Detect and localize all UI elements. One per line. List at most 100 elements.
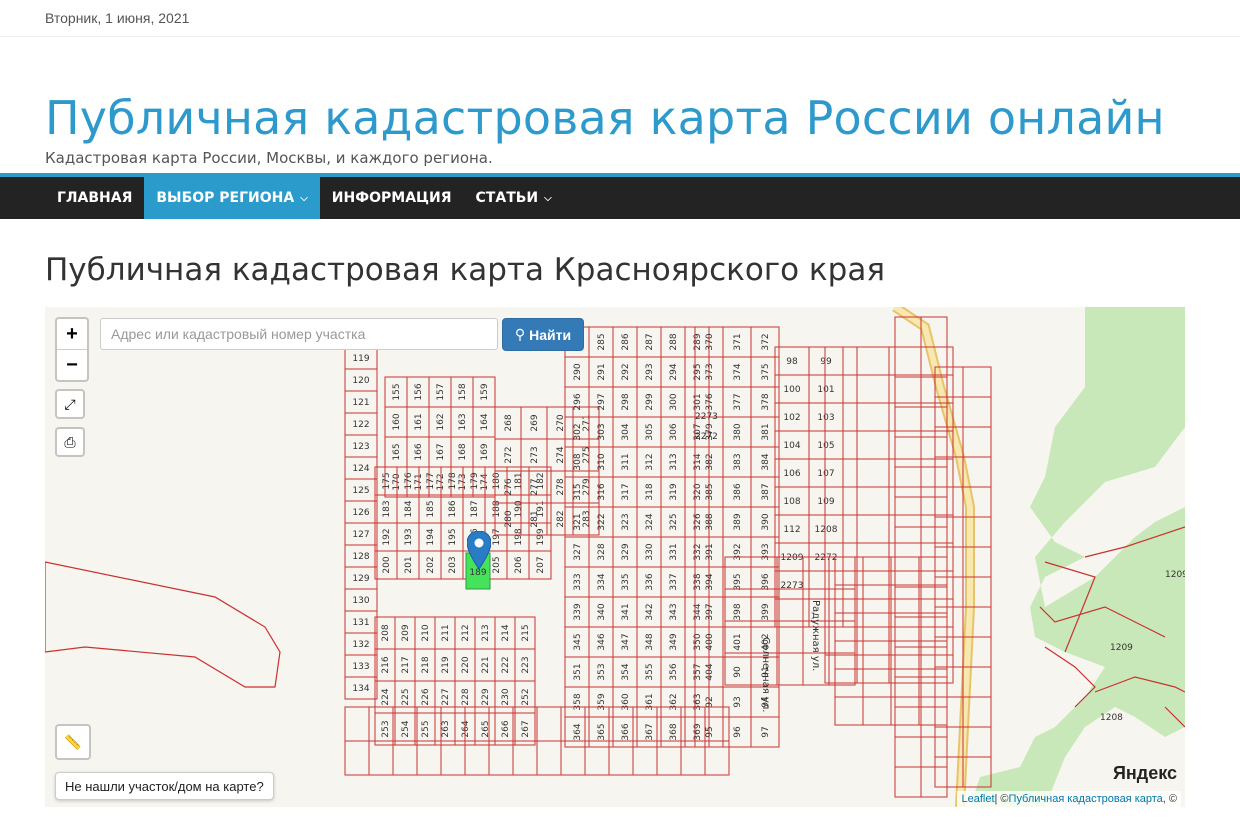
parcel[interactable] xyxy=(856,430,890,460)
parcel[interactable] xyxy=(920,514,954,544)
parcel[interactable] xyxy=(920,436,948,468)
parcel[interactable] xyxy=(888,430,922,460)
parcel[interactable] xyxy=(920,646,948,678)
parcel[interactable] xyxy=(934,486,964,518)
nav-item-articles[interactable]: СТАТЬИ ⌵ xyxy=(464,177,564,219)
parcel[interactable] xyxy=(894,436,922,468)
parcel[interactable] xyxy=(856,346,890,376)
parcel[interactable] xyxy=(920,458,954,488)
parcel-number: 223 xyxy=(521,656,531,673)
parcel[interactable] xyxy=(416,740,442,776)
parcel[interactable] xyxy=(392,740,418,776)
parcel-number: 183 xyxy=(382,500,392,517)
parcel-number: 321 xyxy=(573,513,583,530)
parcel[interactable] xyxy=(894,736,922,768)
parcel[interactable] xyxy=(894,466,922,498)
parcel[interactable] xyxy=(862,696,892,726)
parcel[interactable] xyxy=(920,616,948,648)
parcel[interactable] xyxy=(828,588,856,622)
parcel[interactable] xyxy=(888,486,922,516)
parcel[interactable] xyxy=(962,366,992,398)
parcel[interactable] xyxy=(962,396,992,428)
parcel[interactable] xyxy=(920,496,948,528)
parcel[interactable] xyxy=(894,496,922,528)
leaflet-link[interactable]: Leaflet xyxy=(961,793,994,805)
parcel[interactable] xyxy=(962,426,992,458)
parcel[interactable] xyxy=(920,430,954,460)
parcel[interactable] xyxy=(856,374,890,404)
print-button[interactable]: ⎙ xyxy=(55,427,85,457)
parcel[interactable] xyxy=(834,696,864,726)
parcel[interactable] xyxy=(894,706,922,738)
parcel[interactable] xyxy=(536,706,562,742)
pkk-link[interactable]: Публичная кадастровая карта xyxy=(1009,793,1163,805)
nav-item-info[interactable]: ИНФОРМАЦИЯ xyxy=(320,177,464,219)
parcel[interactable] xyxy=(934,546,964,578)
measure-button[interactable]: 📏 xyxy=(55,724,91,760)
parcel[interactable] xyxy=(918,696,948,726)
find-button[interactable]: ⚲ Найти xyxy=(502,318,584,351)
parcel[interactable] xyxy=(464,740,490,776)
zoom-in-button[interactable]: + xyxy=(57,319,87,349)
parcel-number: 380 xyxy=(733,423,743,440)
parcel[interactable] xyxy=(776,588,804,622)
parcel[interactable] xyxy=(894,406,922,438)
parcel[interactable] xyxy=(920,706,948,738)
parcel[interactable] xyxy=(536,740,562,776)
parcel-number: 317 xyxy=(621,483,631,500)
parcel[interactable] xyxy=(344,740,370,776)
parcel[interactable] xyxy=(856,402,890,432)
parcel-layer[interactable]: 119 120 121 122 123 124 125 126 127 128 129 130 131 1… xyxy=(45,307,1185,807)
parcel[interactable] xyxy=(894,646,922,678)
parcel[interactable] xyxy=(856,458,890,488)
parcel[interactable] xyxy=(776,652,804,686)
parcel[interactable] xyxy=(888,458,922,488)
parcel[interactable] xyxy=(934,576,964,608)
parcel-number: 97 xyxy=(761,726,771,737)
parcel[interactable] xyxy=(920,486,954,516)
parcel[interactable] xyxy=(440,740,466,776)
parcel-number: 372 xyxy=(761,333,771,350)
parcel[interactable] xyxy=(920,526,948,558)
parcel[interactable] xyxy=(920,466,948,498)
parcel-number: 327 xyxy=(573,543,583,560)
not-found-button[interactable]: Не нашли участок/дом на карте? xyxy=(55,772,274,800)
fullscreen-button[interactable]: ⤢ xyxy=(55,389,85,419)
parcel[interactable] xyxy=(894,526,922,558)
zoom-out-button[interactable]: − xyxy=(57,349,87,380)
parcel[interactable] xyxy=(920,676,948,708)
parcel[interactable] xyxy=(888,514,922,544)
parcel[interactable] xyxy=(828,620,856,654)
nav-item-home[interactable]: ГЛАВНАЯ xyxy=(45,177,144,219)
parcel[interactable] xyxy=(920,766,948,798)
parcel[interactable] xyxy=(934,606,964,638)
parcel[interactable] xyxy=(894,556,922,588)
parcel-number: 220 xyxy=(461,656,471,673)
parcel[interactable] xyxy=(894,616,922,648)
parcel[interactable] xyxy=(776,620,804,654)
site-title[interactable]: Публичная кадастровая карта России онлай… xyxy=(45,91,1165,145)
parcel-number: 179 xyxy=(470,472,480,489)
parcel[interactable] xyxy=(344,706,370,742)
parcel[interactable] xyxy=(934,696,964,728)
parcel[interactable] xyxy=(774,598,810,628)
search-field[interactable] xyxy=(100,318,498,350)
cadastral-map[interactable]: 119 120 121 122 123 124 125 126 127 128 129 130 131 1… xyxy=(45,307,1185,807)
parcel[interactable] xyxy=(512,740,538,776)
parcel[interactable] xyxy=(888,346,922,376)
nav-item-region[interactable]: ВЫБОР РЕГИОНА ⌵ xyxy=(144,177,320,219)
parcel[interactable] xyxy=(894,676,922,708)
parcel[interactable] xyxy=(368,740,394,776)
parcel-number: 103 xyxy=(817,413,834,423)
parcel[interactable] xyxy=(856,486,890,516)
parcel[interactable] xyxy=(856,514,890,544)
parcel[interactable] xyxy=(920,736,948,768)
location-pin-icon[interactable] xyxy=(467,531,491,569)
parcel[interactable] xyxy=(488,740,514,776)
parcel[interactable] xyxy=(894,766,922,798)
parcel[interactable] xyxy=(920,556,948,588)
parcel[interactable] xyxy=(888,374,922,404)
parcel[interactable] xyxy=(934,666,964,698)
search-input[interactable] xyxy=(109,325,489,343)
parcel[interactable] xyxy=(894,346,922,378)
